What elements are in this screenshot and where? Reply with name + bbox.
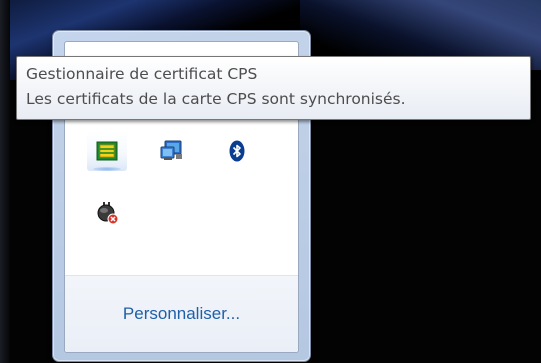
plug-error-icon (97, 202, 119, 225)
desktop-background: Personnaliser... Gestionnaire de certifi… (0, 0, 541, 363)
network-monitor-icon[interactable] (152, 131, 192, 171)
screen-edge (0, 0, 10, 363)
customize-link[interactable]: Personnaliser... (65, 304, 298, 324)
tooltip-message: Les certificats de la carte CPS sont syn… (26, 90, 406, 108)
power-error-icon[interactable] (87, 193, 127, 233)
bluetooth-glyph-icon (229, 140, 245, 162)
monitor-icon (160, 140, 182, 160)
tooltip-title: Gestionnaire de certificat CPS (26, 65, 258, 83)
cps-card-icon (96, 141, 118, 161)
cps-certificate-manager-icon[interactable] (87, 131, 127, 171)
bluetooth-icon[interactable] (217, 131, 257, 171)
tray-tooltip: Gestionnaire de certificat CPS Les certi… (16, 56, 531, 120)
flyout-footer: Personnaliser... (65, 275, 298, 352)
